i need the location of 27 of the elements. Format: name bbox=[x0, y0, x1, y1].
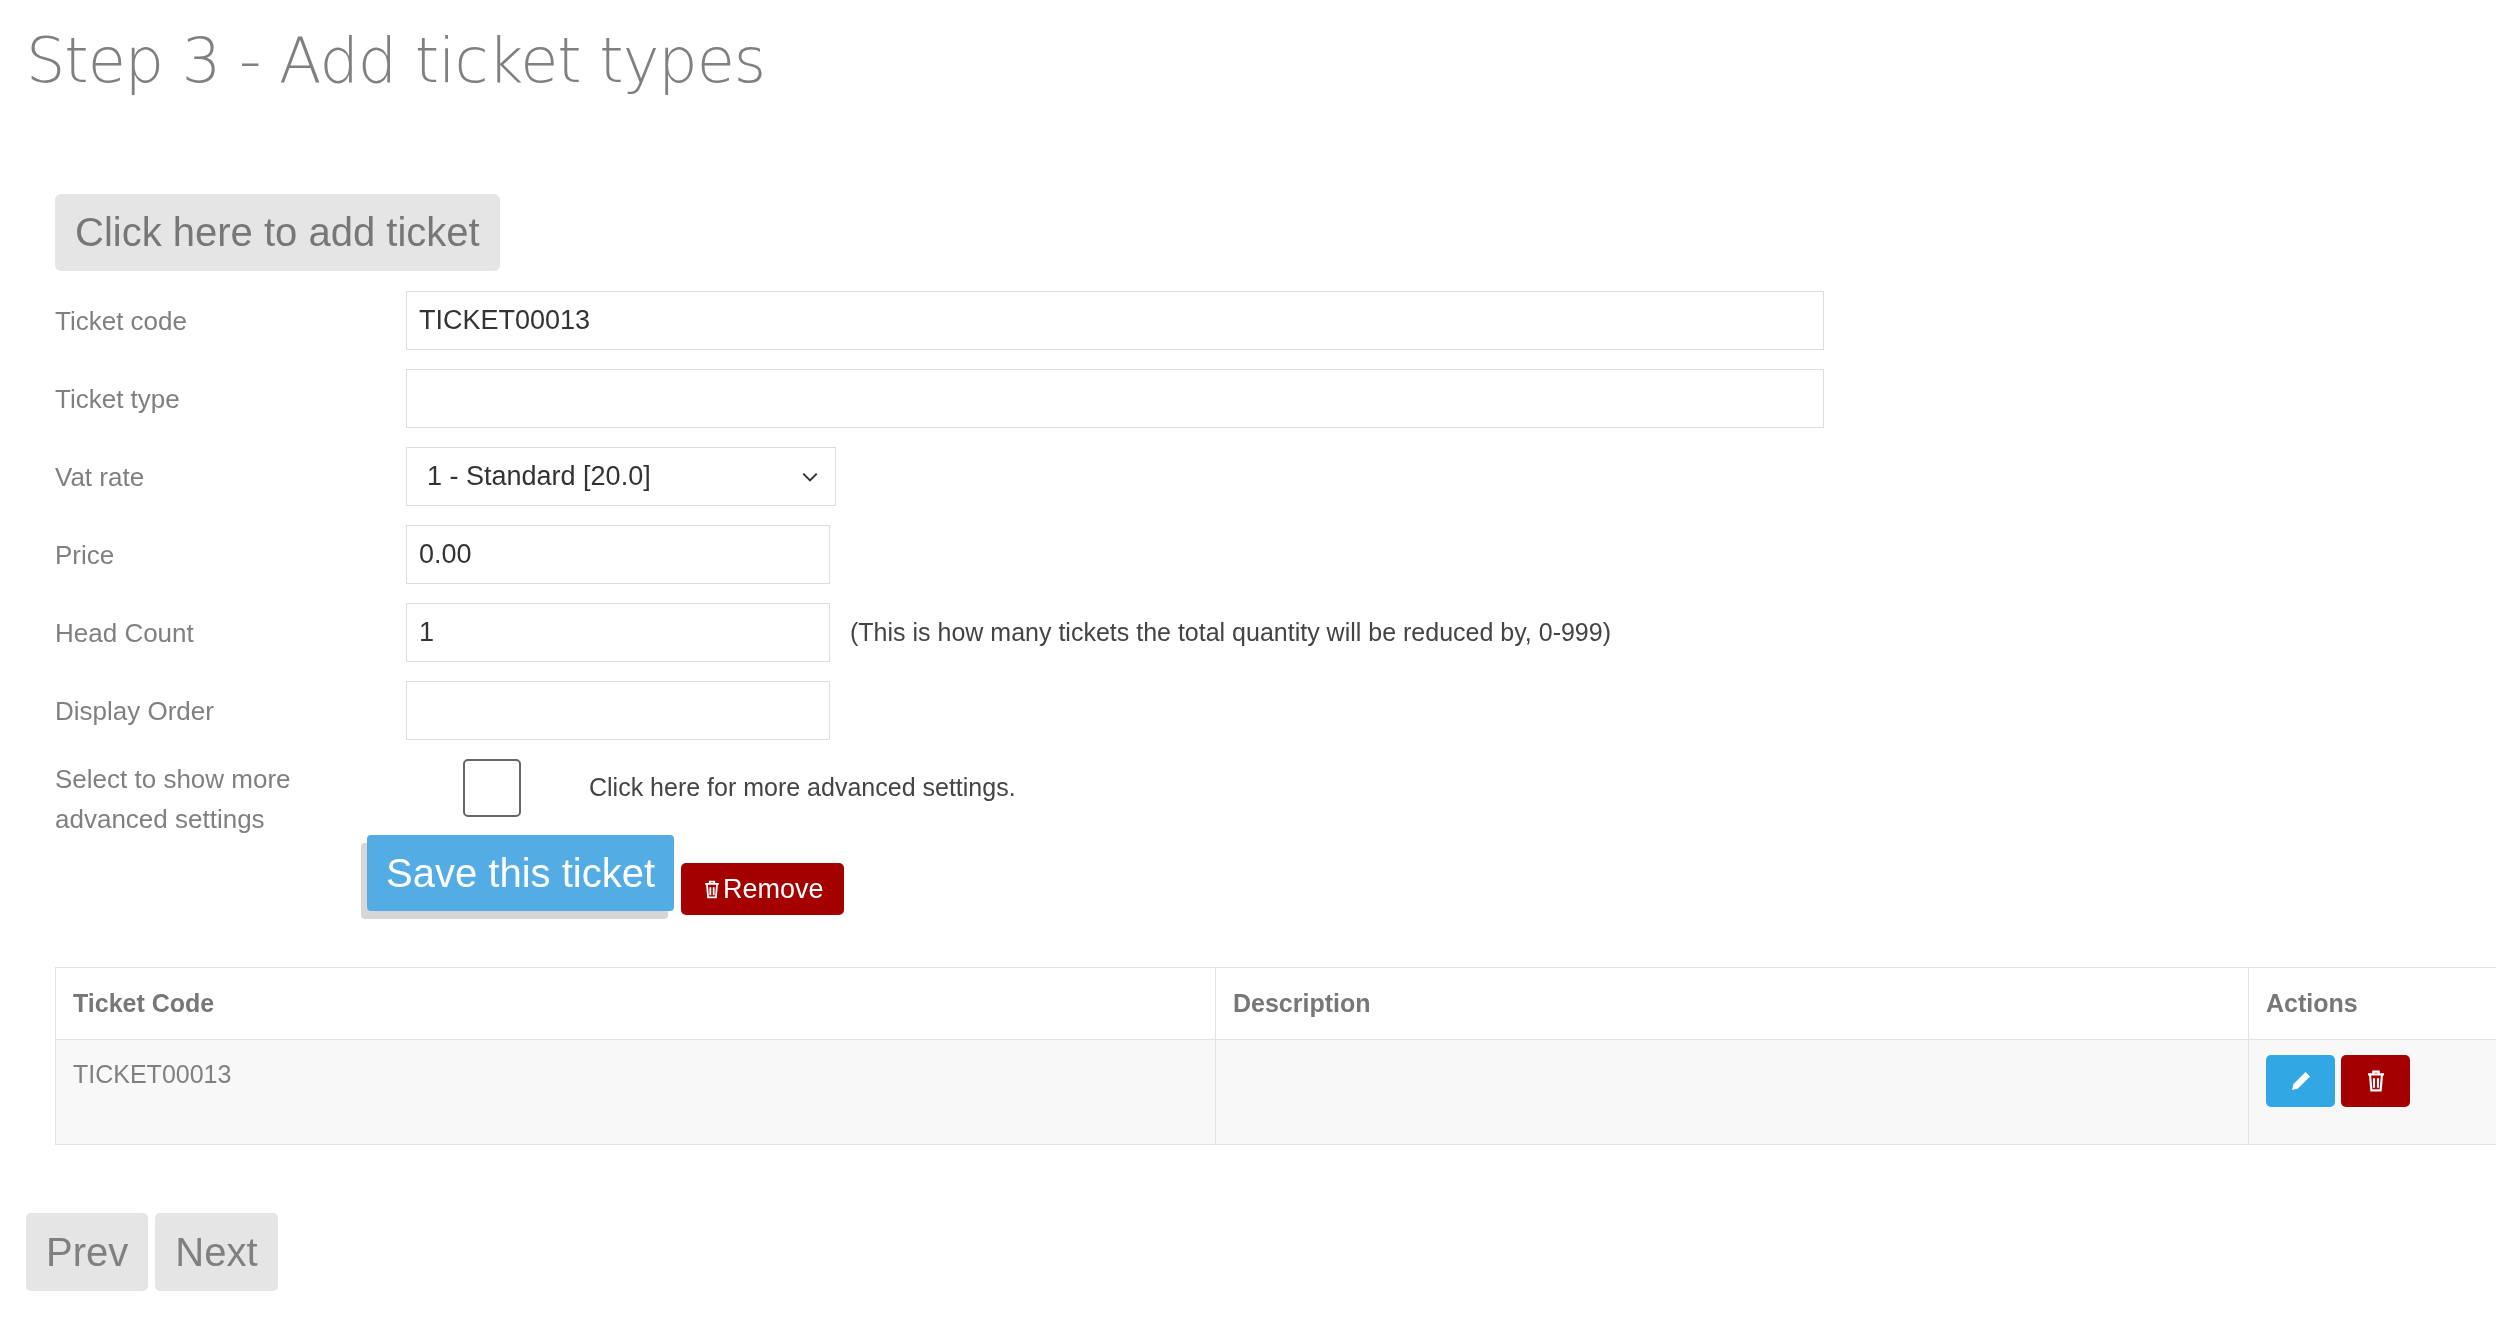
help-text: (This is how many tickets the total quantity will be reduced by, 0-999) bbox=[850, 618, 1611, 647]
remove-button[interactable]: Remove bbox=[681, 863, 844, 915]
column-header: Description bbox=[1215, 967, 2249, 1040]
chevron-down-icon bbox=[801, 470, 819, 483]
page-title: Step 3 - Add ticket types bbox=[25, 23, 767, 99]
checkbox[interactable] bbox=[463, 759, 521, 817]
text-field[interactable]: 1 bbox=[406, 603, 830, 662]
table-cell: TICKET00013 bbox=[55, 1039, 1216, 1145]
column-header: Actions bbox=[2248, 967, 2496, 1040]
field-label: Vat rate bbox=[55, 460, 146, 494]
trash-icon bbox=[703, 878, 721, 900]
text-field[interactable]: 0.00 bbox=[406, 525, 830, 584]
field-label: Head Count bbox=[55, 616, 195, 650]
text-field[interactable] bbox=[406, 369, 1824, 428]
add-ticket-button[interactable]: Click here to add ticket bbox=[55, 194, 500, 271]
text-field[interactable]: TICKET00013 bbox=[406, 291, 1824, 350]
column-header: Ticket Code bbox=[55, 967, 1216, 1040]
field-label: Select to show more advanced settings bbox=[55, 763, 292, 836]
delete-button[interactable] bbox=[2341, 1055, 2410, 1107]
edit-button[interactable] bbox=[2266, 1055, 2335, 1107]
vat-rate-dropdown[interactable]: 1 - Standard [20.0] bbox=[406, 447, 836, 506]
field-label: Ticket code bbox=[55, 304, 188, 338]
field-label: Price bbox=[55, 538, 116, 572]
field-label: Display Order bbox=[55, 694, 215, 728]
text-field[interactable] bbox=[406, 681, 830, 740]
help-text: Click here for more advanced settings. bbox=[589, 773, 1016, 802]
field-label: Ticket type bbox=[55, 382, 181, 416]
